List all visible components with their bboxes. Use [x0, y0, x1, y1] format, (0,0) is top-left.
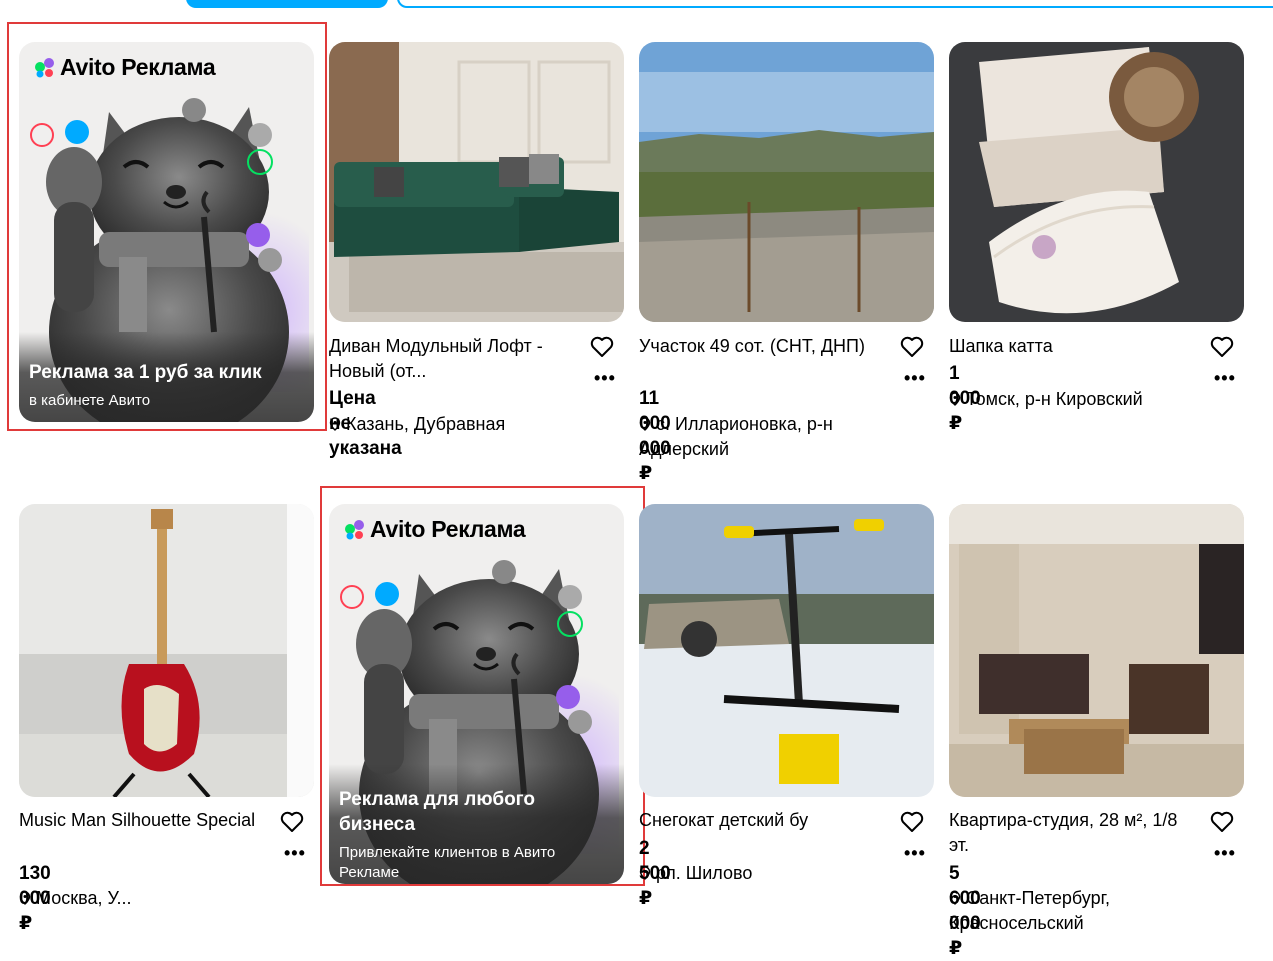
listing-location: Москва, У... — [19, 886, 269, 911]
listing-location-text: Москва, У... — [36, 888, 132, 908]
listing-location-text: с. Илларионовка, р-н Адлерский — [639, 414, 833, 459]
more-dots-icon[interactable]: ••• — [594, 369, 616, 387]
listing-title[interactable]: Снегокат детский бу — [639, 808, 884, 833]
listing-location: Казань, Дубравная — [329, 412, 579, 437]
more-dots-icon[interactable]: ••• — [904, 369, 926, 387]
listing-location: Томск, р-н Кировский — [949, 387, 1199, 412]
guitar-photo — [19, 504, 314, 797]
listing-title[interactable]: Участок 49 сот. (СНТ, ДНП) — [639, 334, 884, 359]
listing-photo[interactable] — [19, 504, 314, 797]
more-dots-icon[interactable]: ••• — [904, 844, 926, 862]
listing-photo[interactable] — [639, 42, 934, 322]
highlight-box-1 — [7, 22, 327, 431]
listing-title[interactable]: Квартира-студия, 28 м², 1/8 эт. — [949, 808, 1194, 858]
sofa-photo — [329, 42, 624, 322]
listing-title[interactable]: Шапка катта — [949, 334, 1194, 359]
heart-icon[interactable] — [280, 811, 304, 833]
search-input[interactable] — [397, 0, 1273, 8]
apartment-photo — [949, 504, 1244, 797]
highlight-box-2 — [320, 486, 645, 886]
snowscooter-photo — [639, 504, 934, 797]
listing-photo[interactable] — [639, 504, 934, 797]
listing-location-text: Санкт-Петербург, Красносельский — [949, 888, 1110, 933]
plot-photo — [639, 42, 934, 322]
pin-icon — [949, 392, 961, 406]
listing-location-text: Томск, р-н Кировский — [966, 389, 1143, 409]
pin-icon — [19, 891, 31, 905]
heart-icon[interactable] — [900, 336, 924, 358]
listing-location-text: рп. Шилово — [656, 863, 753, 883]
heart-icon[interactable] — [1210, 336, 1234, 358]
listing-location: рп. Шилово — [639, 861, 889, 886]
more-dots-icon[interactable]: ••• — [284, 844, 306, 862]
heart-icon[interactable] — [590, 336, 614, 358]
pin-icon — [639, 866, 651, 880]
listing-location-text: Казань, Дубравная — [346, 414, 506, 434]
pin-icon — [329, 417, 341, 431]
heart-icon[interactable] — [1210, 811, 1234, 833]
top-bar — [0, 0, 1273, 12]
listing-title[interactable]: Music Man Silhouette Special — [19, 808, 264, 833]
pin-icon — [949, 891, 961, 905]
listing-photo[interactable] — [949, 504, 1244, 797]
listing-location: Санкт-Петербург, Красносельский — [949, 886, 1199, 936]
listing-photo[interactable] — [329, 42, 624, 322]
pin-icon — [639, 417, 651, 431]
heart-icon[interactable] — [900, 811, 924, 833]
listing-photo[interactable] — [949, 42, 1244, 322]
listing-title[interactable]: Диван Модульный Лофт - Новый (от... — [329, 334, 574, 384]
listing-location: с. Илларионовка, р-н Адлерский — [639, 412, 889, 462]
category-button[interactable] — [186, 0, 388, 8]
hat-photo — [949, 42, 1244, 322]
more-dots-icon[interactable]: ••• — [1214, 844, 1236, 862]
more-dots-icon[interactable]: ••• — [1214, 369, 1236, 387]
